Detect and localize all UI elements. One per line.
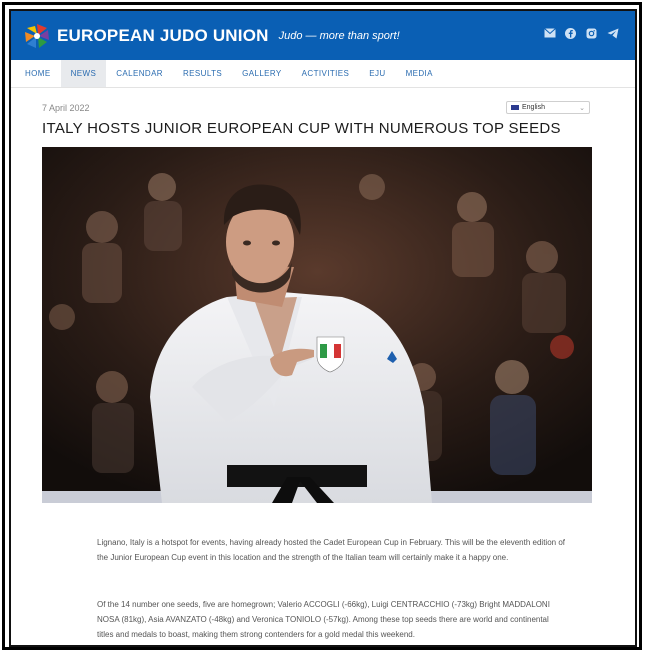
article-hero-image	[42, 147, 592, 503]
nav-item-eju[interactable]: EJU	[359, 60, 395, 87]
telegram-icon[interactable]	[606, 28, 619, 41]
facebook-icon[interactable]	[564, 28, 577, 41]
site-tagline: Judo — more than sport!	[278, 29, 400, 42]
nav-item-calendar[interactable]: CALENDAR	[106, 60, 173, 87]
uk-flag-icon	[511, 105, 519, 110]
mail-icon[interactable]	[543, 28, 556, 41]
article-date: 7 April 2022	[42, 103, 90, 113]
nav-item-news[interactable]: NEWS	[60, 60, 107, 87]
language-select-value: English	[522, 104, 545, 111]
article-paragraph: Lignano, Italy is a hotspot for events, …	[97, 538, 565, 562]
nav-item-activities[interactable]: ACTIVITIES	[292, 60, 360, 87]
nav-item-gallery[interactable]: GALLERY	[232, 60, 292, 87]
social-links	[543, 28, 619, 41]
instagram-icon[interactable]	[585, 28, 598, 41]
site-header: EUROPEAN JUDO UNION Judo — more than spo…	[11, 11, 635, 60]
eju-logo-icon[interactable]	[23, 22, 51, 50]
nav-item-media[interactable]: MEDIA	[396, 60, 443, 87]
browser-viewport: EUROPEAN JUDO UNION Judo — more than spo…	[9, 9, 637, 647]
nav-item-home[interactable]: HOME	[15, 60, 61, 87]
judoka-photo	[42, 147, 592, 503]
main-nav: HOME NEWS CALENDAR RESULTS GALLERY ACTIV…	[11, 60, 635, 88]
language-select[interactable]: English ⌄	[506, 101, 590, 114]
chevron-down-icon: ⌄	[579, 105, 585, 112]
site-brand-title[interactable]: EUROPEAN JUDO UNION	[57, 26, 269, 46]
article-title: ITALY HOSTS JUNIOR EUROPEAN CUP WITH NUM…	[42, 120, 561, 137]
article-paragraph: Of the 14 number one seeds, five are hom…	[97, 600, 550, 639]
nav-item-results[interactable]: RESULTS	[173, 60, 232, 87]
